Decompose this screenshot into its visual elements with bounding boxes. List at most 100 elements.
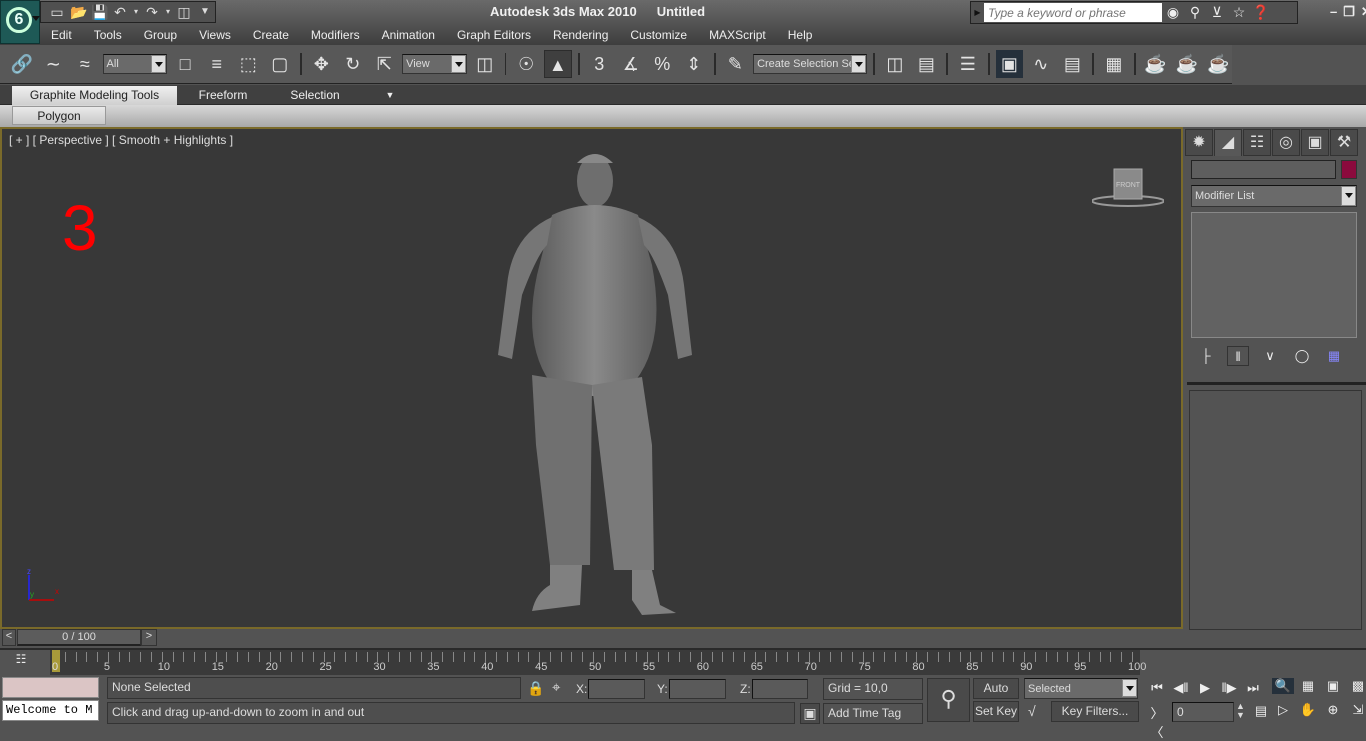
select-and-move-icon[interactable]: ✥ <box>308 50 336 78</box>
tab-freeform[interactable]: Freeform <box>180 86 266 105</box>
hierarchy-tab-icon[interactable]: ☷ <box>1243 129 1271 156</box>
next-frame-icon[interactable]: ‖▶ <box>1218 680 1240 696</box>
restore-icon[interactable]: ❐ <box>1343 4 1355 20</box>
binoculars-icon[interactable]: ◉ <box>1162 4 1184 21</box>
polygon-modeling-button[interactable]: Polygon Modeling <box>12 106 106 141</box>
open-icon[interactable]: 📂 <box>70 4 87 20</box>
motion-tab-icon[interactable]: ◎ <box>1272 129 1300 156</box>
select-and-scale-icon[interactable]: ⇱ <box>371 50 399 78</box>
key-icon[interactable]: ⚲ <box>1184 4 1206 21</box>
pivot-center-icon[interactable]: ◫ <box>471 50 499 78</box>
satellite-icon[interactable]: ⊻ <box>1206 4 1228 21</box>
zoom-extents-all-icon[interactable]: ▩ <box>1347 678 1366 694</box>
perspective-viewport[interactable]: [ + ] [ Perspective ] [ Smooth + Highlig… <box>0 127 1183 629</box>
pin-stack-icon[interactable]: ├ <box>1195 346 1217 366</box>
orbit-icon[interactable]: ⊕ <box>1322 702 1344 718</box>
menu-views[interactable]: Views <box>188 26 242 44</box>
star-icon[interactable]: ☆ <box>1228 4 1250 21</box>
menu-animation[interactable]: Animation <box>371 26 446 44</box>
frame-ruler[interactable]: 5 10 15 20 25 30 35 40 45 50 55 60 65 70 75 80 85 90 95 100… <box>50 650 1146 675</box>
manipulate-icon[interactable]: ☉ <box>512 50 540 78</box>
menu-tools[interactable]: Tools <box>83 26 133 44</box>
selection-filter-dropdown[interactable]: All <box>102 54 168 74</box>
angle-snap-icon[interactable]: ∡ <box>617 50 645 78</box>
rectangular-selection-icon[interactable]: ⬚ <box>235 50 263 78</box>
menu-customize[interactable]: Customize <box>619 26 698 44</box>
go-to-end-icon[interactable]: ⏭ <box>1242 680 1264 696</box>
zoom-extents-icon[interactable]: ▣ <box>1322 678 1344 694</box>
curve-editor-icon[interactable]: ∿ <box>1027 50 1055 78</box>
set-key-button[interactable]: Set Key <box>973 701 1019 722</box>
menu-modifiers[interactable]: Modifiers <box>300 26 371 44</box>
menu-rendering[interactable]: Rendering <box>542 26 619 44</box>
pan-view-icon[interactable]: ✋ <box>1297 702 1319 718</box>
window-crossing-icon[interactable]: ▢ <box>266 50 294 78</box>
absolute-mode-icon[interactable]: ⌖ <box>552 679 560 696</box>
project-folder-icon[interactable]: ◫ <box>176 4 192 20</box>
menu-edit[interactable]: Edit <box>40 26 83 44</box>
current-frame-field[interactable]: 0 <box>1172 702 1234 722</box>
schematic-view-icon[interactable]: ▤ <box>1059 50 1087 78</box>
application-button[interactable]: 6 <box>0 0 40 44</box>
edit-named-selection-icon[interactable]: ✎ <box>722 50 750 78</box>
menu-help[interactable]: Help <box>777 26 824 44</box>
graphite-modeling-tools-icon[interactable]: ▣ <box>995 50 1024 78</box>
select-and-rotate-icon[interactable]: ↻ <box>339 50 367 78</box>
modifier-list-dropdown[interactable]: Modifier List <box>1191 185 1357 207</box>
render-production-icon[interactable]: ☕ <box>1205 50 1233 78</box>
select-and-link-icon[interactable]: 🔗 <box>8 50 36 78</box>
layer-manager-icon[interactable]: ☰ <box>954 50 982 78</box>
named-selection-dropdown[interactable]: Create Selection Se <box>753 54 868 74</box>
time-slider-thumb[interactable]: 0 / 100 <box>17 629 141 646</box>
reference-coordinate-dropdown[interactable]: View <box>402 54 467 74</box>
utilities-tab-icon[interactable]: ⚒ <box>1330 129 1358 156</box>
configure-modifier-sets-icon[interactable]: ▦ <box>1323 346 1345 366</box>
spinner-snap-icon[interactable]: ⇕ <box>680 50 708 78</box>
zoom-all-icon[interactable]: ▦ <box>1297 678 1319 694</box>
time-tag-icon[interactable]: ▣ <box>800 703 820 724</box>
maxscript-mini-listener-output[interactable] <box>2 677 99 698</box>
auto-key-button[interactable]: Auto Key <box>973 678 1019 714</box>
go-to-start-icon[interactable]: ⏮ <box>1146 680 1168 696</box>
viewcube[interactable]: FRONT <box>1092 165 1164 209</box>
default-tangents-icon[interactable]: √ <box>1028 703 1036 719</box>
expand-icon[interactable]: ▶ <box>971 8 984 17</box>
mirror-icon[interactable]: ◫ <box>881 50 909 78</box>
redo-dropdown-icon[interactable]: ▾ <box>165 4 171 20</box>
customize-qat-icon[interactable]: ▼ <box>197 4 213 20</box>
frame-spinner-icon[interactable]: ▲ ▼ <box>1236 702 1245 720</box>
menu-graph-editors[interactable]: Graph Editors <box>446 26 542 44</box>
tab-selection[interactable]: Selection <box>270 86 360 105</box>
time-slider-next-button[interactable]: > <box>141 629 157 646</box>
save-icon[interactable]: 💾 <box>91 4 108 20</box>
modifier-stack[interactable] <box>1191 212 1357 338</box>
new-icon[interactable]: ▭ <box>49 4 65 20</box>
character-model[interactable] <box>492 145 702 623</box>
y-coordinate-field[interactable] <box>669 679 726 699</box>
show-end-result-icon[interactable]: ‖ <box>1227 346 1249 366</box>
key-mode-toggle-icon[interactable]: 〉〈 <box>1146 703 1168 741</box>
field-of-view-icon[interactable]: ▷ <box>1272 702 1294 718</box>
previous-frame-icon[interactable]: ◀‖ <box>1170 680 1192 696</box>
time-configuration-icon[interactable]: ▤ <box>1250 703 1272 719</box>
render-setup-icon[interactable]: ☕ <box>1142 50 1170 78</box>
play-icon[interactable]: ▶ <box>1194 680 1216 696</box>
percent-snap-icon[interactable]: % <box>649 50 677 78</box>
x-coordinate-field[interactable] <box>588 679 645 699</box>
tab-graphite-modeling-tools[interactable]: Graphite Modeling Tools <box>12 86 177 105</box>
minimize-icon[interactable]: – <box>1330 4 1337 20</box>
remove-modifier-icon[interactable]: ◯ <box>1291 346 1313 366</box>
keyboard-shortcut-override-icon[interactable]: ▲ <box>544 50 572 78</box>
selection-lock-icon[interactable]: 🔒 <box>527 680 544 697</box>
maximize-viewport-icon[interactable]: ⇲ <box>1347 702 1366 718</box>
select-by-name-icon[interactable]: ≡ <box>203 50 231 78</box>
help-search-input[interactable] <box>984 3 1162 22</box>
make-unique-icon[interactable]: ∨ <box>1259 346 1281 366</box>
add-time-tag-button[interactable]: Add Time Tag <box>823 703 923 724</box>
open-mini-curve-editor-icon[interactable]: ☷ <box>10 652 32 674</box>
object-color-swatch[interactable] <box>1341 160 1357 179</box>
create-tab-icon[interactable]: ✹ <box>1185 129 1213 156</box>
set-key-icon[interactable]: ⚲ <box>927 678 970 722</box>
display-tab-icon[interactable]: ▣ <box>1301 129 1329 156</box>
zoom-icon[interactable]: 🔍 <box>1272 678 1294 694</box>
